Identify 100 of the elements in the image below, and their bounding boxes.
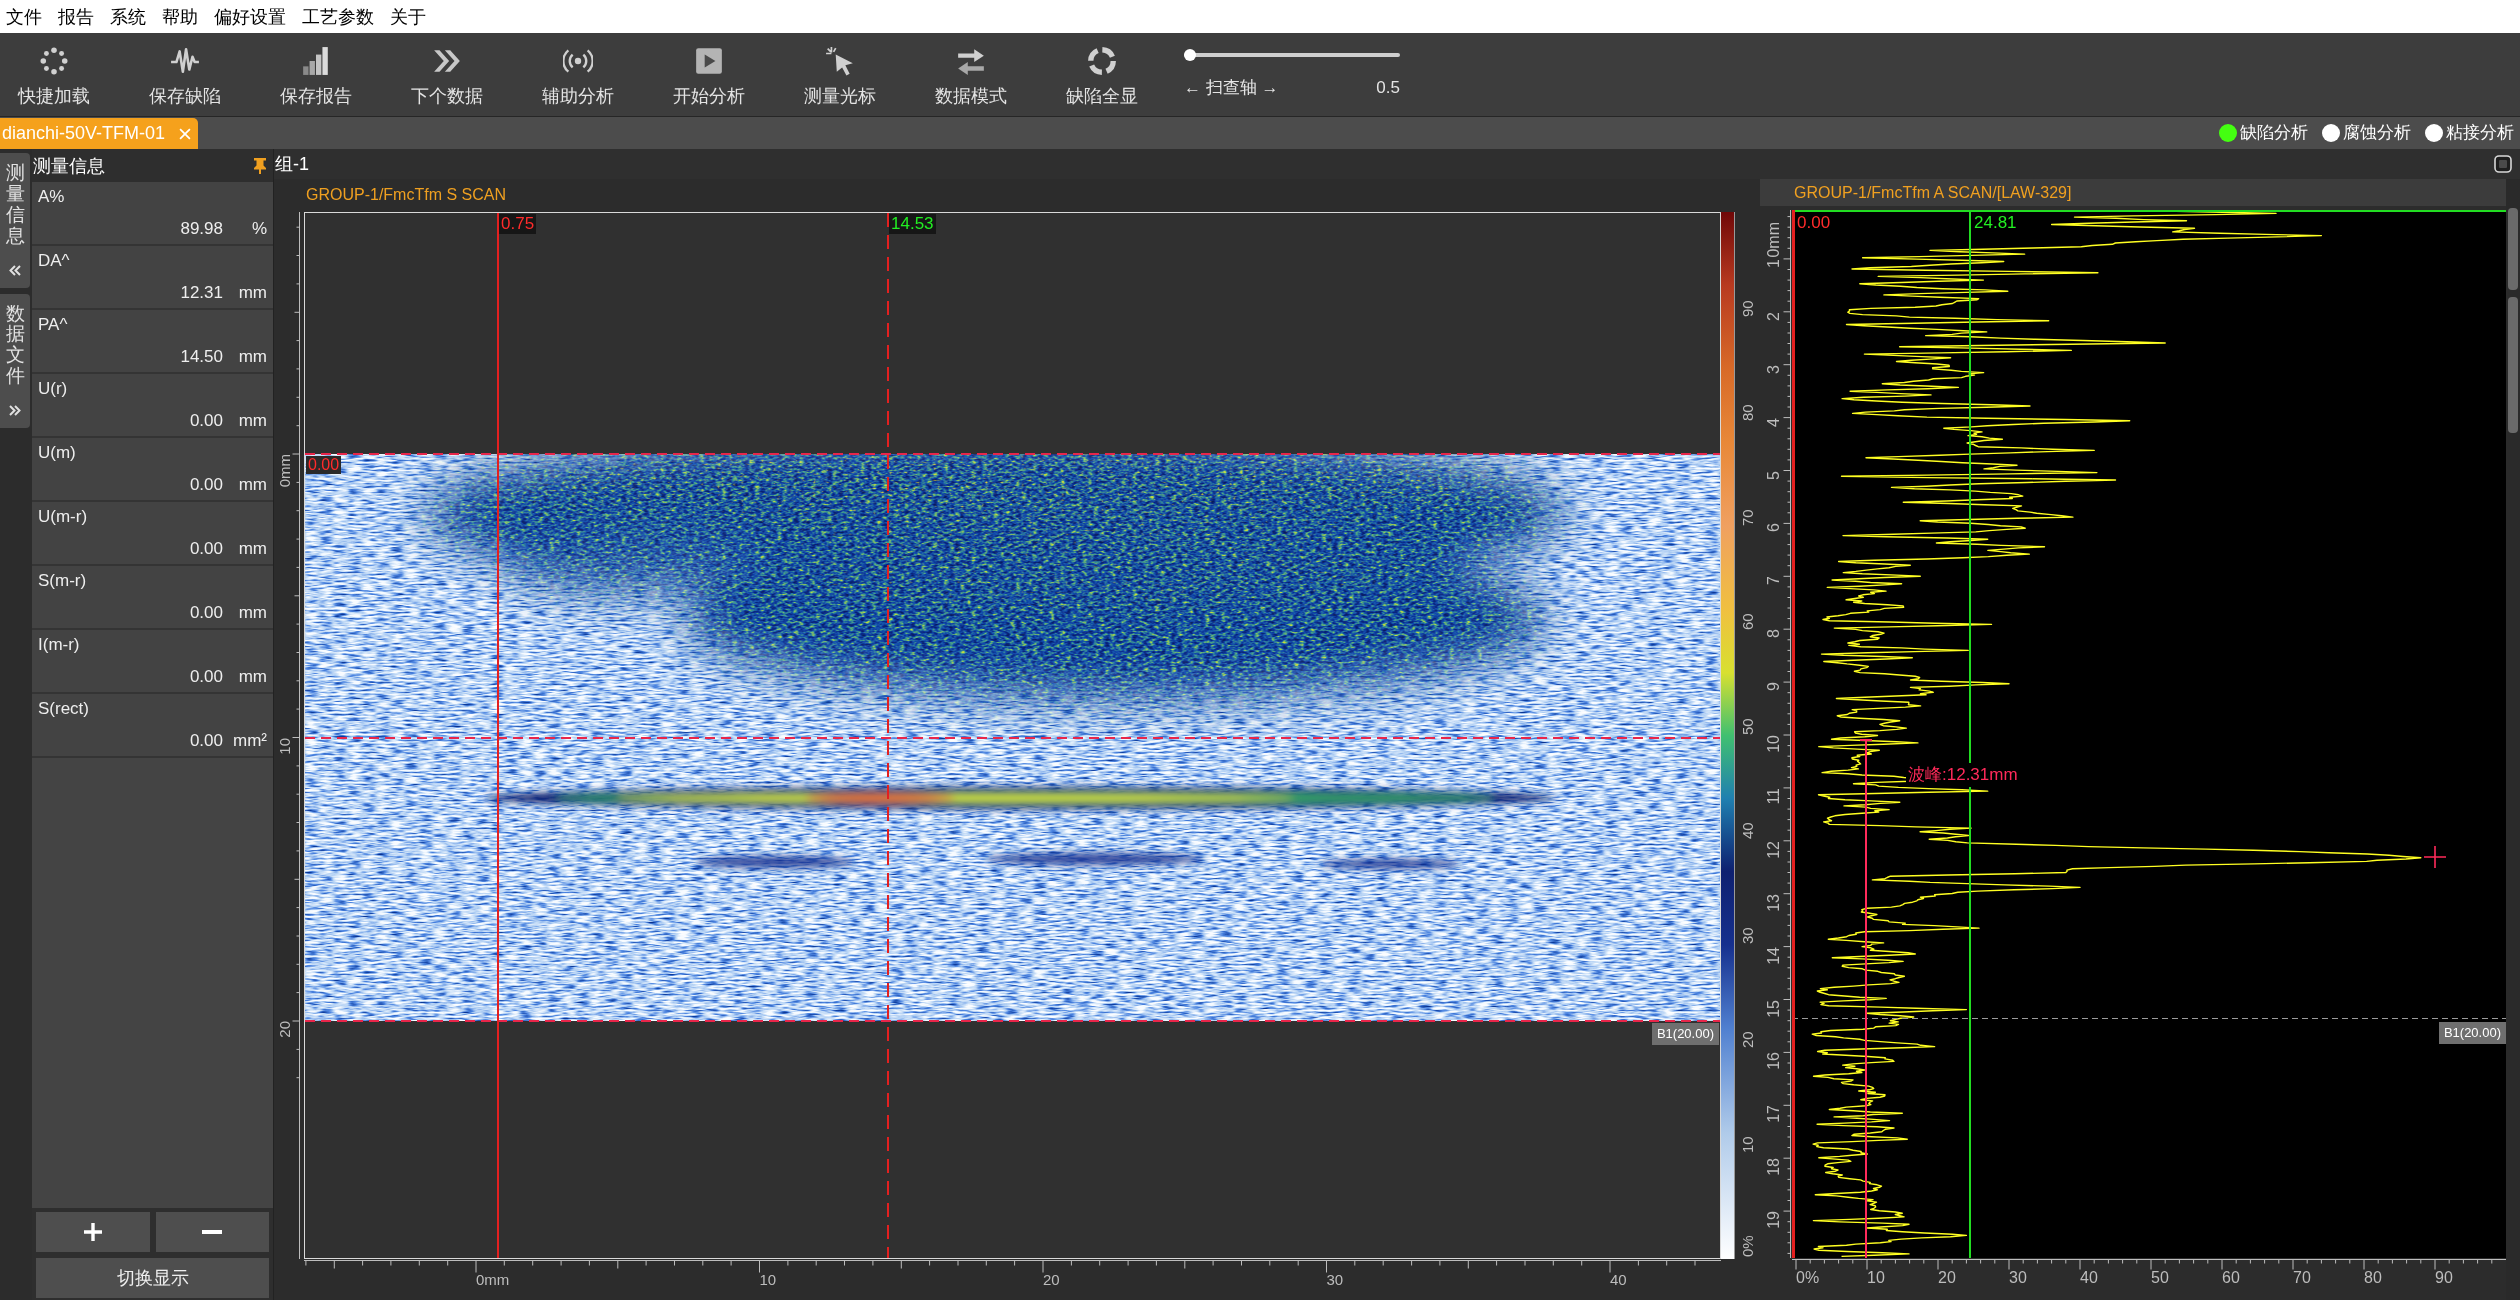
toolbar-button[interactable]: 保存缺陷: [148, 46, 221, 106]
axis-label: 8: [1766, 629, 1782, 639]
toggle-display-button[interactable]: 切换显示: [36, 1258, 269, 1298]
measurement-unit: mm: [237, 667, 267, 687]
axis-label: 50: [2151, 1269, 2169, 1287]
toolbar-button[interactable]: 保存报告: [279, 46, 352, 106]
measurement-label: S(rect): [38, 699, 90, 719]
measurement-label: U(r): [38, 379, 69, 399]
menu-item[interactable]: 帮助: [162, 5, 198, 28]
maximize-icon[interactable]: [2494, 155, 2512, 173]
axis-label: 15: [1766, 999, 1782, 1018]
axis-label: 11: [1766, 787, 1782, 805]
spinner-icon: [38, 46, 69, 76]
color-scale-label: 80: [1740, 404, 1756, 421]
measurement-value: 12.31: [180, 283, 223, 303]
axis-label: 90: [2435, 1269, 2453, 1287]
side-tab[interactable]: 数据文件: [0, 293, 30, 429]
toolbar-button[interactable]: 下个数据: [410, 46, 483, 106]
color-scale-label: 70: [1740, 508, 1756, 526]
axis-label: 20: [277, 1021, 293, 1038]
measurement-label: PA^: [38, 315, 69, 335]
measurement-label: U(m-r): [38, 507, 89, 527]
axis-label: 0%: [1796, 1269, 1820, 1287]
add-button[interactable]: [36, 1212, 150, 1252]
gate-label: B1(20.00): [2438, 1022, 2506, 1044]
toolbar-button[interactable]: 快捷加载: [17, 46, 90, 106]
axis-label: 70: [2293, 1269, 2311, 1287]
measurement-value: 0.00: [189, 603, 223, 623]
color-scale-label: 60: [1740, 613, 1756, 630]
axis-label: 10: [759, 1271, 777, 1289]
toolbar-button[interactable]: 缺陷全显: [1065, 46, 1138, 106]
analysis-mode-option[interactable]: 缺陷分析: [2219, 123, 2308, 143]
measurement-value: 0.00: [189, 411, 223, 431]
toolbar-button[interactable]: 辅助分析: [541, 46, 614, 106]
measurement-unit: mm²: [233, 731, 267, 751]
axis-label: 18: [1766, 1158, 1782, 1176]
axis-label: 60: [2222, 1269, 2240, 1287]
measurement-value: 0.00: [189, 475, 223, 495]
signal-icon: [562, 46, 593, 76]
axis-label: 30: [2009, 1269, 2027, 1287]
measurement-unit: mm: [237, 539, 267, 559]
cursor-value-label: 0.00: [306, 456, 342, 474]
waveform-icon: [169, 46, 200, 76]
axis-label: 17: [1766, 1105, 1782, 1124]
toolbar-button[interactable]: 开始分析: [672, 46, 745, 106]
measurement-label: S(m-r): [38, 571, 88, 591]
axis-label: 10: [277, 737, 293, 755]
color-scale-label: 50: [1740, 717, 1756, 735]
axis-label: 3: [1766, 364, 1782, 374]
scan-title: GROUP-1/FmcTfm A SCAN/[LAW-329]: [1794, 183, 2072, 202]
measurement-value: 89.98: [180, 219, 223, 239]
toolbar-button[interactable]: 数据模式: [934, 46, 1007, 106]
pin-icon[interactable]: [253, 156, 267, 175]
measurement-value: 0.00: [189, 731, 223, 751]
menu-item[interactable]: 报告: [58, 5, 94, 28]
measurement-label: U(m): [38, 443, 77, 463]
measurement-value: 0.00: [189, 539, 223, 559]
menu-item[interactable]: 关于: [390, 5, 426, 28]
measurement-unit: mm: [237, 603, 267, 623]
plus-icon: [83, 1223, 102, 1241]
slider-label: ← 扫查轴 →: [1184, 78, 1279, 98]
axis-label: 6: [1766, 523, 1782, 533]
axis-label: 14: [1766, 946, 1782, 965]
analysis-mode-option[interactable]: 粘接分析: [2425, 123, 2514, 143]
minus-icon: [202, 1230, 223, 1234]
analysis-mode-option[interactable]: 腐蚀分析: [2322, 123, 2411, 143]
axis-label: 9: [1766, 682, 1782, 691]
axis-label: 0mm: [277, 454, 293, 488]
measurement-unit: mm: [237, 411, 267, 431]
measurement-value: 14.50: [180, 347, 223, 367]
color-scale-label: 40: [1740, 822, 1756, 839]
measurement-value: 0.00: [189, 667, 223, 687]
measurement-unit: mm: [237, 283, 267, 303]
cursor-value-label: 0.75: [499, 214, 537, 234]
measurement-label: DA^: [38, 251, 71, 271]
axis-label: 5: [1766, 470, 1782, 480]
menu-item[interactable]: 偏好设置: [214, 5, 286, 28]
measurement-unit: %: [250, 219, 267, 239]
axis-label: 1: [1766, 258, 1782, 268]
gate-label: B1(20.00): [1651, 1023, 1719, 1045]
crosshair-icon: [2424, 846, 2446, 868]
color-scale-label: 30: [1740, 926, 1756, 944]
axis-label: 30: [1326, 1271, 1344, 1289]
ring-icon: [1086, 46, 1117, 76]
color-scale-label: 20: [1740, 1031, 1756, 1048]
bar-chart-icon: [300, 46, 331, 76]
toolbar-button[interactable]: 测量光标: [803, 46, 876, 106]
group-title: 组-1: [275, 154, 309, 174]
axis-label: 10: [1766, 735, 1782, 753]
menu-item[interactable]: 系统: [110, 5, 146, 28]
menu-item[interactable]: 工艺参数: [302, 5, 374, 28]
play-icon: [693, 46, 724, 76]
axis-label: 20: [1043, 1271, 1060, 1289]
slider-thumb[interactable]: [1184, 49, 1196, 61]
side-tab[interactable]: 测量信息: [0, 153, 30, 288]
axis-label: 13: [1766, 893, 1782, 912]
menu-item[interactable]: 文件: [6, 5, 42, 28]
axis-label: 40: [2080, 1269, 2098, 1287]
axis-label: 80: [2364, 1269, 2382, 1287]
axis-label: 0mm: [1766, 222, 1782, 258]
